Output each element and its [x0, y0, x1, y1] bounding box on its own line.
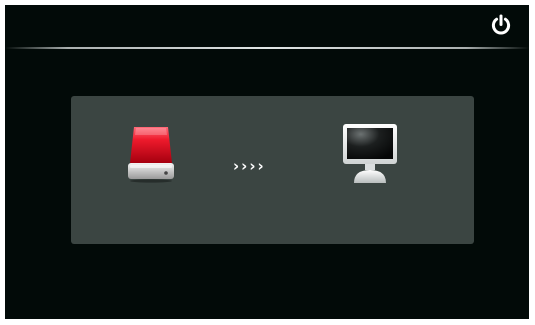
power-button[interactable] [489, 13, 513, 37]
external-drive-icon [126, 125, 176, 183]
transfer-panel: ›››› [71, 96, 474, 244]
power-icon [489, 13, 513, 37]
monitor-icon [340, 123, 400, 187]
transfer-arrows: ›››› [233, 157, 266, 175]
screen: ›››› [5, 5, 529, 319]
header-divider [5, 47, 529, 49]
